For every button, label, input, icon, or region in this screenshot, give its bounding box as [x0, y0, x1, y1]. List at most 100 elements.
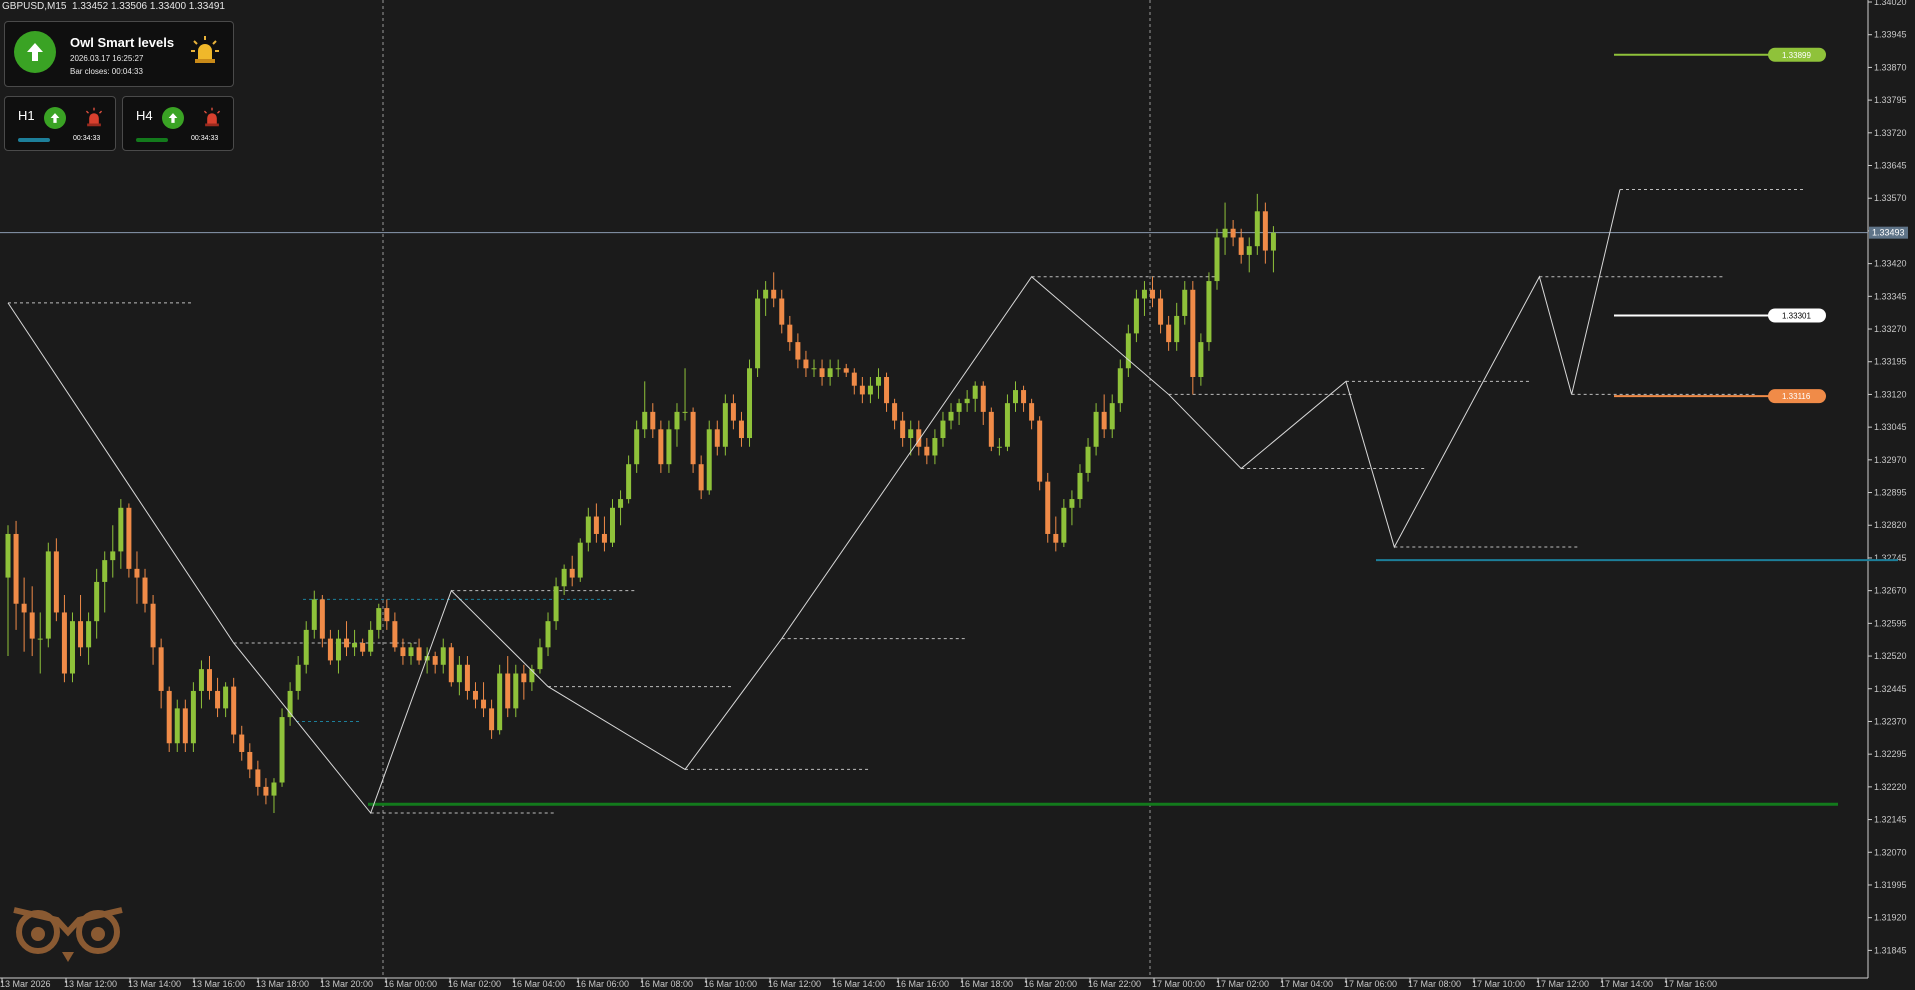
price-tick-label: 1.33870: [1874, 62, 1907, 72]
bear-candle: [21, 603, 27, 613]
bull-candle: [1061, 507, 1067, 543]
bear-candle: [593, 516, 599, 534]
bull-candle: [755, 298, 761, 369]
bear-candle: [738, 420, 744, 439]
price-tick-label: 1.33570: [1874, 193, 1907, 203]
bull-candle: [223, 686, 229, 709]
time-tick-label: 13 Mar 14:00: [128, 979, 181, 989]
bull-candle: [198, 669, 204, 691]
price-tick-label: 1.33195: [1874, 357, 1907, 367]
bull-candle: [1125, 333, 1131, 369]
time-tick-label: 16 Mar 22:00: [1088, 979, 1141, 989]
bull-candle: [279, 717, 285, 783]
bear-candle: [690, 411, 696, 465]
bull-candle: [1085, 446, 1091, 473]
price-chart[interactable]: 1.34020 1.33945 1.33870 1.33795 1.33720 1.336…: [0, 0, 1915, 990]
bull-candle: [456, 664, 462, 683]
bear-candle: [464, 664, 470, 691]
bear-candle: [472, 690, 478, 700]
bull-candle: [867, 385, 873, 395]
bear-candle: [1230, 228, 1236, 238]
bear-candle: [698, 464, 704, 491]
time-tick-label: 16 Mar 18:00: [960, 979, 1013, 989]
bull-candle: [908, 429, 914, 439]
bear-candle: [1238, 237, 1244, 255]
timeframe-panel-h4[interactable]: H4 00:34:33: [122, 96, 234, 151]
bull-candle: [352, 642, 358, 648]
time-tick-label: 17 Mar 00:00: [1152, 979, 1205, 989]
bear-candle: [1166, 324, 1172, 343]
bear-candle: [730, 403, 736, 421]
bear-candle: [207, 669, 212, 691]
time-tick-label: 17 Mar 08:00: [1408, 979, 1461, 989]
symbol-info: GBPUSD,M15 1.33452 1.33506 1.33400 1.334…: [2, 1, 225, 12]
current-price-label: 1.33493: [1872, 228, 1905, 238]
bull-candle: [561, 568, 567, 587]
bull-candle: [368, 629, 374, 652]
price-tick-label: 1.32145: [1874, 815, 1907, 825]
bear-candle: [1158, 298, 1164, 325]
bull-candle: [86, 621, 92, 648]
panel-title: Owl Smart levels: [70, 35, 175, 50]
bear-candle: [263, 786, 269, 796]
price-tick-label: 1.32520: [1874, 651, 1907, 661]
bull-candle: [1093, 411, 1099, 447]
bull-candle: [553, 586, 559, 622]
bull-candle: [956, 403, 962, 412]
bear-candle: [819, 368, 825, 377]
price-tick-label: 1.32220: [1874, 782, 1907, 792]
bull-candle: [940, 420, 946, 439]
bear-candle: [1190, 289, 1196, 377]
time-tick-label: 13 Mar 20:00: [320, 979, 373, 989]
bear-candle: [78, 621, 84, 648]
price-tick-label: 1.33345: [1874, 291, 1907, 301]
upper-target-label: 1.33899: [1782, 51, 1811, 60]
time-tick-label: 17 Mar 02:00: [1216, 979, 1269, 989]
bull-candle: [295, 664, 301, 691]
timeframe-panel-h1[interactable]: H1 00:34:33: [4, 96, 116, 151]
bear-candle: [658, 429, 664, 465]
bear-candle: [489, 708, 495, 731]
bear-candle: [1045, 481, 1051, 534]
price-tick-label: 1.32745: [1874, 553, 1907, 563]
bear-candle: [1262, 211, 1268, 251]
bull-candle: [1174, 315, 1180, 343]
bear-candle: [400, 647, 406, 657]
bull-candle: [174, 708, 180, 744]
price-tick-label: 1.31995: [1874, 880, 1907, 890]
time-tick-label: 17 Mar 12:00: [1536, 979, 1589, 989]
bear-candle: [900, 420, 906, 439]
arrow-up-icon: [162, 107, 184, 129]
bull-candle: [835, 368, 841, 370]
bear-candle: [150, 603, 156, 648]
timeframe-timer: 00:34:33: [73, 135, 101, 142]
price-tick-label: 1.33270: [1874, 324, 1907, 334]
bull-candle: [311, 599, 317, 630]
bull-candle: [666, 429, 672, 465]
bear-candle: [166, 690, 172, 744]
bear-candle: [1101, 411, 1107, 430]
bull-candle: [626, 464, 632, 500]
arrow-up-icon: [14, 31, 56, 73]
timeframe-timer: 00:34:33: [191, 135, 219, 142]
bull-candle: [618, 499, 624, 508]
owl-smart-levels-panel[interactable]: Owl Smart levels 2026.03.17 16:25:27 Bar…: [4, 21, 234, 87]
time-tick-label: 17 Mar 06:00: [1344, 979, 1397, 989]
bear-candle: [255, 769, 261, 787]
bear-candle: [182, 708, 188, 744]
bull-candle: [1182, 289, 1188, 316]
bear-candle: [771, 289, 777, 299]
bear-candle: [795, 342, 801, 360]
bear-candle: [1150, 289, 1156, 299]
bull-candle: [94, 581, 100, 622]
bull-candle: [972, 385, 978, 399]
bear-candle: [215, 690, 221, 709]
bear-candle: [884, 376, 890, 404]
price-tick-label: 1.32070: [1874, 847, 1907, 857]
bear-candle: [360, 642, 366, 652]
time-tick-label: 17 Mar 10:00: [1472, 979, 1525, 989]
price-tick-label: 1.32595: [1874, 618, 1907, 628]
bull-candle: [1109, 403, 1115, 430]
bear-candle: [924, 446, 930, 456]
bear-candle: [851, 372, 857, 386]
